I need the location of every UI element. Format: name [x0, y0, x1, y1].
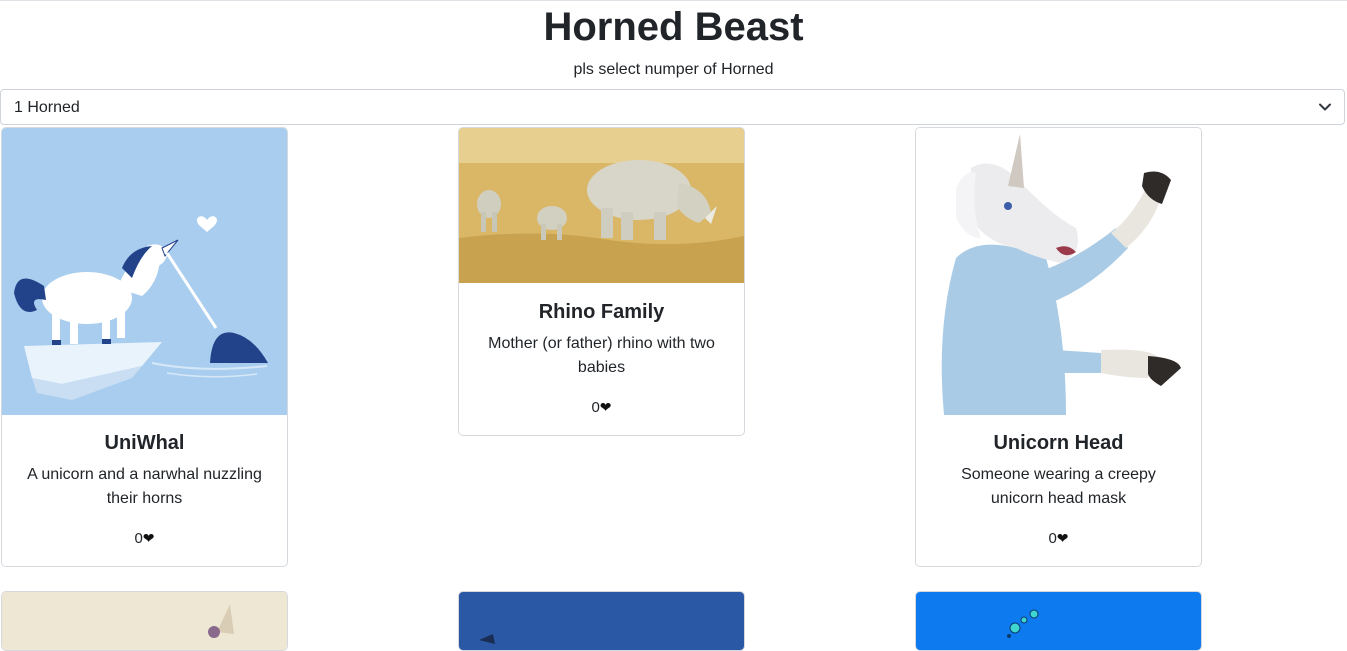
unicorn-mask-image[interactable]: [916, 128, 1201, 415]
card-description: Mother (or father) rhino with two babies: [488, 335, 715, 376]
horn-count-selected-value: 1 Horned: [14, 99, 80, 116]
horn-count-select[interactable]: 1 Horned: [0, 89, 1345, 125]
rhino-family-image[interactable]: [459, 128, 744, 283]
card-description: A unicorn and a narwhal nuzzling their h…: [27, 466, 262, 507]
page-title: Horned Beast: [543, 5, 804, 49]
chevron-down-icon: [1319, 103, 1331, 111]
beast-card[interactable]: [915, 591, 1202, 651]
like-count: 0: [591, 399, 600, 416]
like-count: 0: [1048, 530, 1057, 547]
heart-icon[interactable]: ❤: [1057, 530, 1069, 546]
heart-icon[interactable]: ❤: [143, 530, 155, 546]
unicorn-narwhal-image[interactable]: [2, 128, 287, 415]
top-border: [0, 0, 1347, 1]
like-count: 0: [134, 530, 143, 547]
beast-card-image[interactable]: [916, 592, 1201, 651]
beast-card[interactable]: Rhino Family Mother (or father) rhino wi…: [458, 127, 745, 436]
beast-card[interactable]: Unicorn Head Someone wearing a creepy un…: [915, 127, 1202, 567]
card-title: Rhino Family: [538, 301, 665, 323]
beast-card-image[interactable]: [2, 592, 287, 651]
card-title: UniWhal: [104, 432, 185, 454]
like-counter[interactable]: 0❤: [2, 528, 287, 549]
page-subtitle: pls select numper of Horned: [573, 61, 774, 78]
beast-card[interactable]: [458, 591, 745, 651]
beast-card-image[interactable]: [459, 592, 744, 651]
card-description: Someone wearing a creepy unicorn head ma…: [961, 466, 1156, 507]
beast-card[interactable]: UniWhal A unicorn and a narwhal nuzzling…: [1, 127, 288, 567]
card-title: Unicorn Head: [993, 432, 1124, 454]
like-counter[interactable]: 0❤: [459, 397, 744, 418]
heart-icon[interactable]: ❤: [600, 399, 612, 415]
like-counter[interactable]: 0❤: [916, 528, 1201, 549]
beast-card[interactable]: [1, 591, 288, 651]
